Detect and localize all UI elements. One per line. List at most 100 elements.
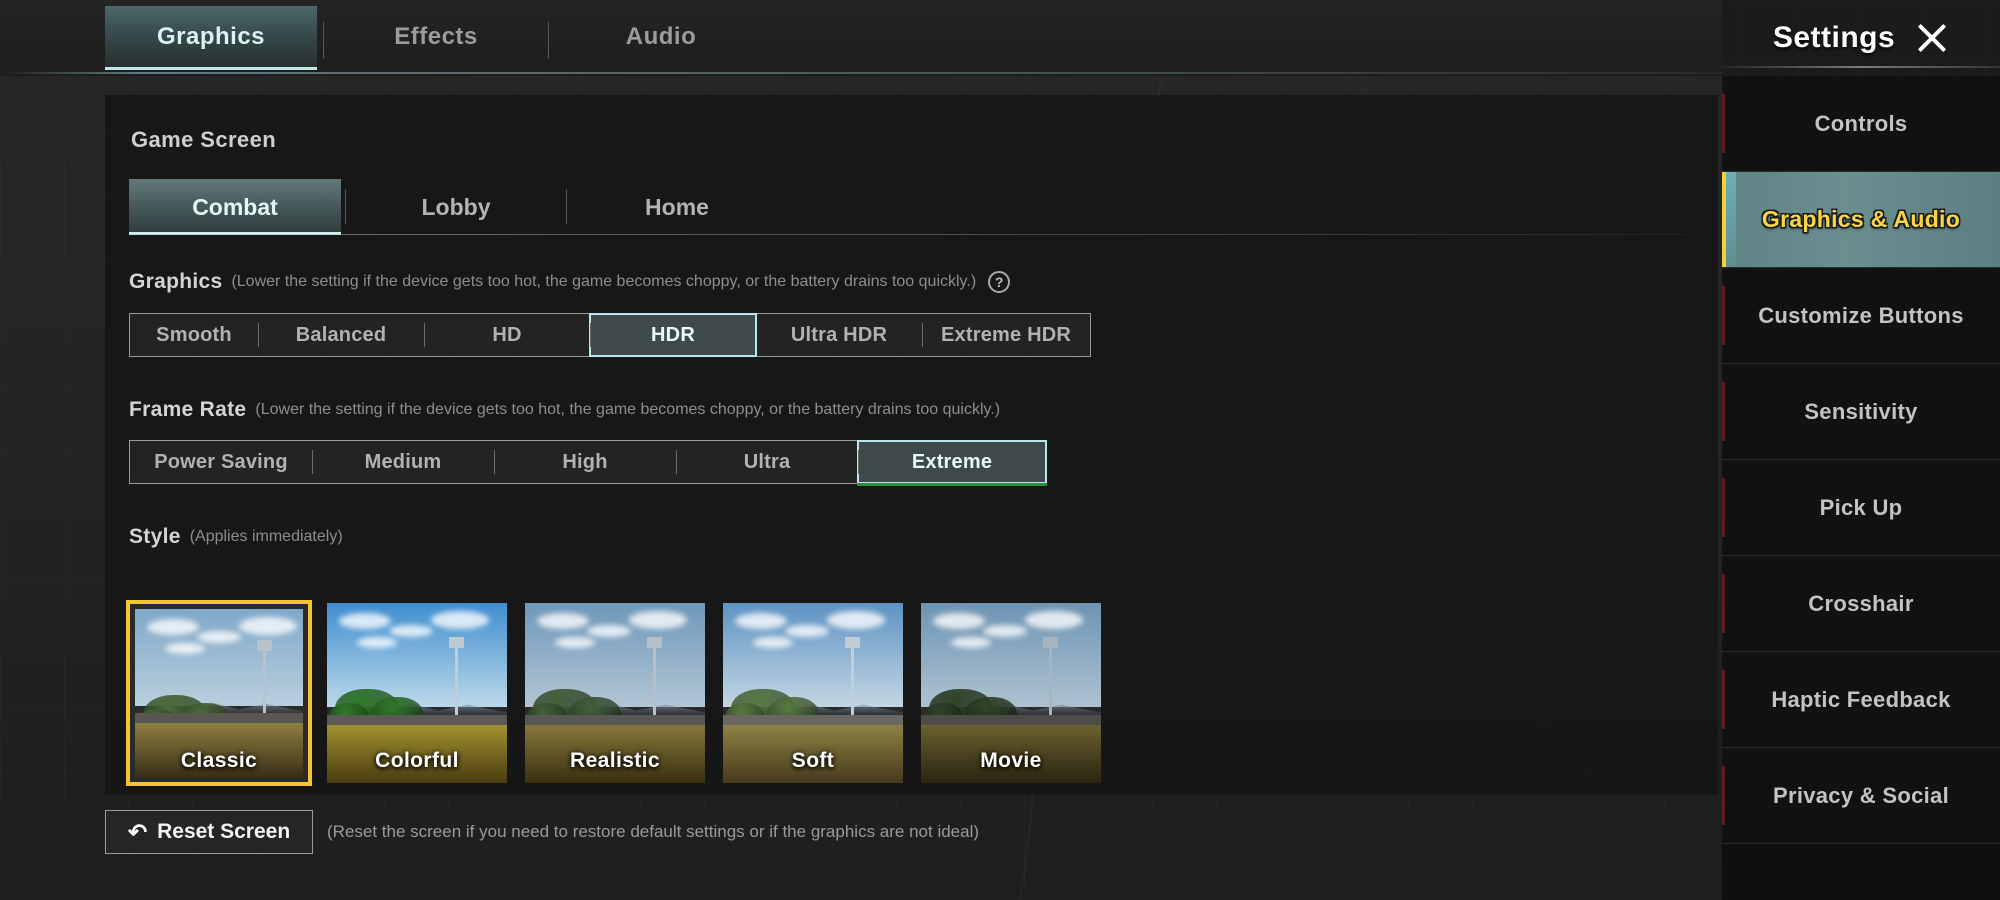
top-tab-list: Graphics Effects Audio (105, 6, 767, 74)
sidebar-item-customize-buttons[interactable]: Customize Buttons (1722, 268, 2000, 364)
game-screen-heading: Game Screen (131, 127, 277, 152)
frame-rate-option-label: High (562, 450, 608, 473)
tab-graphics[interactable]: Graphics (105, 6, 317, 70)
style-card-label: Movie (980, 749, 1042, 772)
thumb-radio-tower (1043, 637, 1058, 719)
screen-tab-home-label: Home (645, 193, 709, 220)
reset-screen-button[interactable]: ↷ Reset Screen (105, 810, 313, 854)
style-label: Style (129, 525, 181, 548)
sidebar-item-accent (1722, 94, 1725, 153)
style-card-movie[interactable]: Movie (921, 603, 1101, 783)
graphics-option-ultra-hdr[interactable]: Ultra HDR (756, 314, 922, 356)
reset-screen-hint: (Reset the screen if you need to restore… (327, 822, 980, 841)
graphics-option-label: Smooth (156, 323, 232, 346)
screen-tab-combat[interactable]: Combat (129, 179, 341, 235)
sidebar-item-accent (1722, 478, 1725, 537)
graphics-settings-panel: Game Screen Combat Lobby Home Graphics (… (105, 95, 1718, 795)
style-card-realistic[interactable]: Realistic (525, 603, 705, 783)
game-screen-tabs-underline (129, 234, 1685, 235)
sidebar-item-pick-up[interactable]: Pick Up (1722, 460, 2000, 556)
thumb-cloud (629, 611, 687, 629)
thumb-cloud (339, 613, 391, 629)
sidebar-item-controls[interactable]: Controls (1722, 76, 2000, 172)
sidebar-item-accent (1722, 670, 1725, 729)
sidebar-item-crosshair[interactable]: Crosshair (1722, 556, 2000, 652)
graphics-option-extreme-hdr[interactable]: Extreme HDR (922, 314, 1090, 356)
tab-audio[interactable]: Audio (555, 6, 767, 68)
thumb-cloud (753, 637, 793, 648)
graphics-option-hd[interactable]: HD (424, 314, 590, 356)
reset-screen-button-label: Reset Screen (157, 820, 291, 843)
style-card-soft[interactable]: Soft (723, 603, 903, 783)
close-icon[interactable] (1915, 21, 1949, 55)
sidebar-item-accent (1722, 574, 1725, 633)
sidebar-item-accent (1722, 286, 1725, 345)
tab-audio-label: Audio (625, 23, 697, 50)
sidebar-item-graphics-audio[interactable]: Graphics & Audio (1722, 172, 2000, 268)
screen-tab-lobby-label: Lobby (421, 193, 491, 220)
style-card-label: Soft (791, 749, 835, 772)
tab-divider (323, 22, 324, 58)
frame-rate-option-extreme[interactable]: Extreme (857, 440, 1047, 486)
thumb-cloud (165, 643, 205, 654)
sidebar-item-privacy-social[interactable]: Privacy & Social (1722, 748, 2000, 844)
sidebar-item-label: Pick Up (1819, 494, 1903, 520)
style-card-classic[interactable]: Classic (126, 600, 312, 786)
top-tab-bar: Graphics Effects Audio (0, 0, 2000, 76)
settings-screen: Graphics Effects Audio Settings Game Scr… (0, 0, 2000, 900)
style-card-label: Colorful (375, 749, 459, 772)
style-card-label: Realistic (570, 749, 660, 772)
graphics-option-smooth[interactable]: Smooth (130, 314, 258, 356)
graphics-option-balanced[interactable]: Balanced (258, 314, 424, 356)
thumb-radio-tower (449, 637, 464, 719)
screen-tab-home[interactable]: Home (571, 179, 783, 235)
sidebar-item-label: Sensitivity (1804, 398, 1918, 424)
screen-tab-divider (345, 190, 346, 224)
sidebar-item-sensitivity[interactable]: Sensitivity (1722, 364, 2000, 460)
settings-header-underline (1722, 66, 2000, 68)
style-row-label: Style (Applies immediately) (129, 525, 343, 549)
style-card-colorful[interactable]: Colorful (327, 603, 507, 783)
settings-sidebar: Controls Graphics & Audio Customize Button… (1722, 76, 2000, 900)
reset-screen-row: ↷ Reset Screen (Reset the screen if you … (105, 810, 979, 854)
tab-effects[interactable]: Effects (330, 6, 542, 68)
thumb-cloud (431, 611, 489, 629)
graphics-option-label: HD (492, 323, 522, 346)
thumb-cloud (147, 619, 199, 635)
thumb-cloud (933, 613, 985, 629)
frame-rate-option-label: Power Saving (154, 450, 288, 473)
thumb-cloud (587, 625, 631, 637)
thumb-radio-tower (845, 637, 860, 719)
thumb-radio-tower (257, 640, 272, 717)
thumb-cloud (827, 611, 885, 629)
graphics-label: Graphics (129, 270, 223, 293)
tab-divider (548, 22, 549, 58)
screen-tab-divider (566, 190, 567, 224)
screen-tab-lobby[interactable]: Lobby (350, 179, 562, 235)
sidebar-item-accent (1722, 766, 1725, 825)
graphics-option-label: Ultra HDR (790, 323, 888, 346)
sidebar-item-label: Graphics & Audio (1761, 206, 1961, 232)
frame-rate-row-label: Frame Rate (Lower the setting if the dev… (129, 398, 1000, 422)
page-title: Settings (1772, 21, 1896, 54)
thumb-cloud (239, 617, 297, 635)
screen-tab-combat-label: Combat (192, 193, 278, 220)
thumb-cloud (197, 631, 241, 643)
question-mark-icon[interactable]: ? (988, 271, 1011, 293)
frame-rate-option-power-saving[interactable]: Power Saving (130, 441, 312, 483)
sidebar-item-label: Privacy & Social (1772, 782, 1949, 808)
graphics-row-label: Graphics (Lower the setting if the devic… (129, 270, 1011, 294)
thumb-cloud (1025, 611, 1083, 629)
sidebar-item-label: Haptic Feedback (1771, 686, 1951, 712)
game-screen-tab-list: Combat Lobby Home (129, 179, 1685, 235)
graphics-option-label: Balanced (295, 323, 387, 346)
settings-header: Settings (1722, 0, 2000, 76)
thumb-cloud (735, 613, 787, 629)
frame-rate-option-medium[interactable]: Medium (312, 441, 494, 483)
sidebar-item-label: Controls (1814, 110, 1908, 136)
frame-rate-option-high[interactable]: High (494, 441, 676, 483)
sidebar-item-accent (1722, 382, 1725, 441)
graphics-option-hdr[interactable]: HDR (589, 313, 757, 357)
sidebar-item-haptic-feedback[interactable]: Haptic Feedback (1722, 652, 2000, 748)
frame-rate-option-ultra[interactable]: Ultra (676, 441, 858, 483)
